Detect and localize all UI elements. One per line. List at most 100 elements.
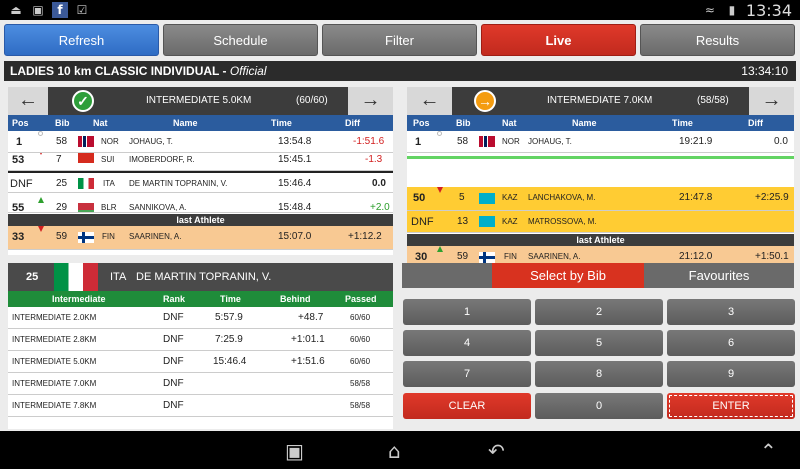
table-row[interactable]: 53 7 SUI IMOBERDORF, R. 15:45.1 -1.3 <box>8 153 393 171</box>
column-header: Pos Bib Nat Name Time Diff <box>8 115 393 131</box>
home-icon[interactable]: ⌂ <box>388 439 401 463</box>
list-item: INTERMEDIATE 2.0KM DNF 5:57.9 +48.7 60/6… <box>8 307 393 329</box>
intermediate-title: INTERMEDIATE 5.0KM <box>146 95 252 106</box>
filter-button[interactable]: Filter <box>322 24 477 56</box>
last-athlete-label: last Athlete <box>407 234 794 246</box>
checkmark-icon: ✓ <box>72 90 94 112</box>
schedule-button[interactable]: Schedule <box>163 24 318 56</box>
chevron-up-icon[interactable]: ⌃ <box>760 439 777 463</box>
table-row[interactable]: 50 5 KAZ LANCHAKOVA, M. 21:47.8 +2:25.9 <box>407 187 794 211</box>
table-row-selected[interactable]: DNF 25 ITA DE MARTIN TOPRANIN, V. 15:46.… <box>8 171 393 193</box>
key-0[interactable]: 0 <box>535 393 663 419</box>
arrow-right-icon: → <box>761 89 782 111</box>
usb-icon: ⏏ <box>10 3 22 17</box>
key-5[interactable]: 5 <box>535 330 663 356</box>
key-1[interactable]: 1 <box>403 299 531 325</box>
arrow-left-icon: ← <box>419 89 440 111</box>
list-item: INTERMEDIATE 2.8KM DNF 7:25.9 +1:01.1 60… <box>8 329 393 351</box>
status-bar: ⏏ ▣ f ☑ ≈ ▮ 13:34 <box>0 0 800 20</box>
athlete-bib: 25 <box>26 271 39 283</box>
tab-select-by-bib[interactable]: Select by Bib <box>492 263 644 288</box>
tab-favourites[interactable]: Favourites <box>644 263 794 288</box>
athlete-name: DE MARTIN TOPRANIN, V. <box>136 271 272 283</box>
last-athlete-label: last Athlete <box>8 214 393 226</box>
race-header: LADIES 10 km CLASSIC INDIVIDUAL - Offici… <box>4 61 796 81</box>
app: Refresh Schedule Filter Live Results LAD… <box>0 20 800 431</box>
wifi-icon: ≈ <box>704 3 715 17</box>
right-intermediate-panel: ← → INTERMEDIATE 7.0KM (58/58) → Pos Bib… <box>407 87 794 255</box>
intermediate-header: ← ✓ INTERMEDIATE 5.0KM (60/60) → <box>8 87 393 115</box>
prev-intermediate-button[interactable]: ← <box>8 87 48 115</box>
key-4[interactable]: 4 <box>403 330 531 356</box>
col-pos: Pos <box>413 118 430 128</box>
prev-intermediate-button[interactable]: ← <box>407 87 452 115</box>
tab-blank[interactable] <box>402 263 492 288</box>
intermediate-header: ← → INTERMEDIATE 7.0KM (58/58) → <box>407 87 794 115</box>
table-row[interactable]: DNF 13 KAZ MATROSSOVA, M. <box>407 211 794 233</box>
flag-nor-icon <box>78 136 94 147</box>
nav-bar: Refresh Schedule Filter Live Results <box>0 22 800 58</box>
col-diff: Diff <box>748 118 763 128</box>
intermediate-count: (60/60) <box>296 95 328 106</box>
arrow-right-icon: → <box>360 89 381 111</box>
facebook-icon: f <box>52 2 68 18</box>
battery-icon: ▮ <box>728 3 736 17</box>
row-separator <box>407 153 794 159</box>
system-nav-bar: ▣ ⌂ ↶ ⌃ <box>0 431 800 469</box>
athlete-header: 25 ITA DE MARTIN TOPRANIN, V. <box>8 263 393 291</box>
col-diff: Diff <box>345 118 360 128</box>
recent-apps-icon[interactable]: ▣ <box>285 439 304 463</box>
key-7[interactable]: 7 <box>403 361 531 387</box>
flag-nor-icon <box>479 136 495 147</box>
enter-button[interactable]: ENTER <box>667 393 795 419</box>
key-2[interactable]: 2 <box>535 299 663 325</box>
key-3[interactable]: 3 <box>667 299 795 325</box>
status-time: 13:34 <box>745 0 792 20</box>
column-header: Pos Bib Nat Name Time Diff <box>407 115 794 131</box>
key-9[interactable]: 9 <box>667 361 795 387</box>
flag-blr-icon <box>78 203 94 212</box>
next-intermediate-button[interactable]: → <box>749 87 794 115</box>
flag-sui-icon <box>78 153 94 163</box>
arrow-left-icon: ← <box>18 89 38 111</box>
athlete-detail-panel: 25 ITA DE MARTIN TOPRANIN, V. Intermedia… <box>8 263 393 429</box>
next-intermediate-button[interactable]: → <box>348 87 393 115</box>
back-icon[interactable]: ↶ <box>488 439 505 463</box>
col-name: Name <box>572 118 597 128</box>
last-athlete-row[interactable]: 33 59 FIN SAARINEN, A. 15:07.0 +1:12.2 <box>8 226 393 250</box>
left-intermediate-panel: ← ✓ INTERMEDIATE 5.0KM (60/60) → Pos Bib… <box>8 87 393 255</box>
clipboard-icon: ☑ <box>76 3 88 17</box>
athlete-column-header: Intermediate Rank Time Behind Passed <box>8 291 393 307</box>
flag-fin-icon <box>479 252 495 263</box>
table-row[interactable]: 55 29 BLR SANNIKOVA, A. 15:48.4 +2.0 <box>8 193 393 213</box>
table-row[interactable]: 1 58 NOR JOHAUG, T. 19:21.9 0.0 <box>407 131 794 153</box>
col-nat: Nat <box>93 118 108 128</box>
race-title: LADIES 10 km CLASSIC INDIVIDUAL <box>10 64 220 78</box>
list-item: INTERMEDIATE 5.0KM DNF 15:46.4 +1:51.6 6… <box>8 351 393 373</box>
flag-kaz-icon <box>479 216 495 227</box>
col-time: Time <box>672 118 693 128</box>
clear-button[interactable]: CLEAR <box>403 393 531 419</box>
col-bib: Bib <box>55 118 70 128</box>
list-item: INTERMEDIATE 7.8KM DNF 58/58 <box>8 395 393 417</box>
image-icon: ▣ <box>32 3 44 17</box>
table-row[interactable]: 1 58 NOR JOHAUG, T. 13:54.8 -1:51.6 <box>8 131 393 153</box>
intermediate-count: (58/58) <box>697 95 729 106</box>
flag-ita-icon <box>78 178 94 189</box>
refresh-button[interactable]: Refresh <box>4 24 159 56</box>
col-pos: Pos <box>12 118 29 128</box>
selector-tabs: Select by Bib Favourites <box>402 263 794 288</box>
key-6[interactable]: 6 <box>667 330 795 356</box>
intermediate-title: INTERMEDIATE 7.0KM <box>547 95 653 106</box>
list-item: INTERMEDIATE 7.0KM DNF 58/58 <box>8 373 393 395</box>
results-button[interactable]: Results <box>640 24 795 56</box>
flag-ita-large-icon <box>54 263 98 291</box>
live-button[interactable]: Live <box>481 24 636 56</box>
col-name: Name <box>173 118 198 128</box>
col-bib: Bib <box>456 118 471 128</box>
athlete-nat: ITA <box>110 271 127 283</box>
key-8[interactable]: 8 <box>535 361 663 387</box>
flag-kaz-icon <box>479 193 495 204</box>
col-time: Time <box>271 118 292 128</box>
flag-fin-icon <box>78 232 94 243</box>
